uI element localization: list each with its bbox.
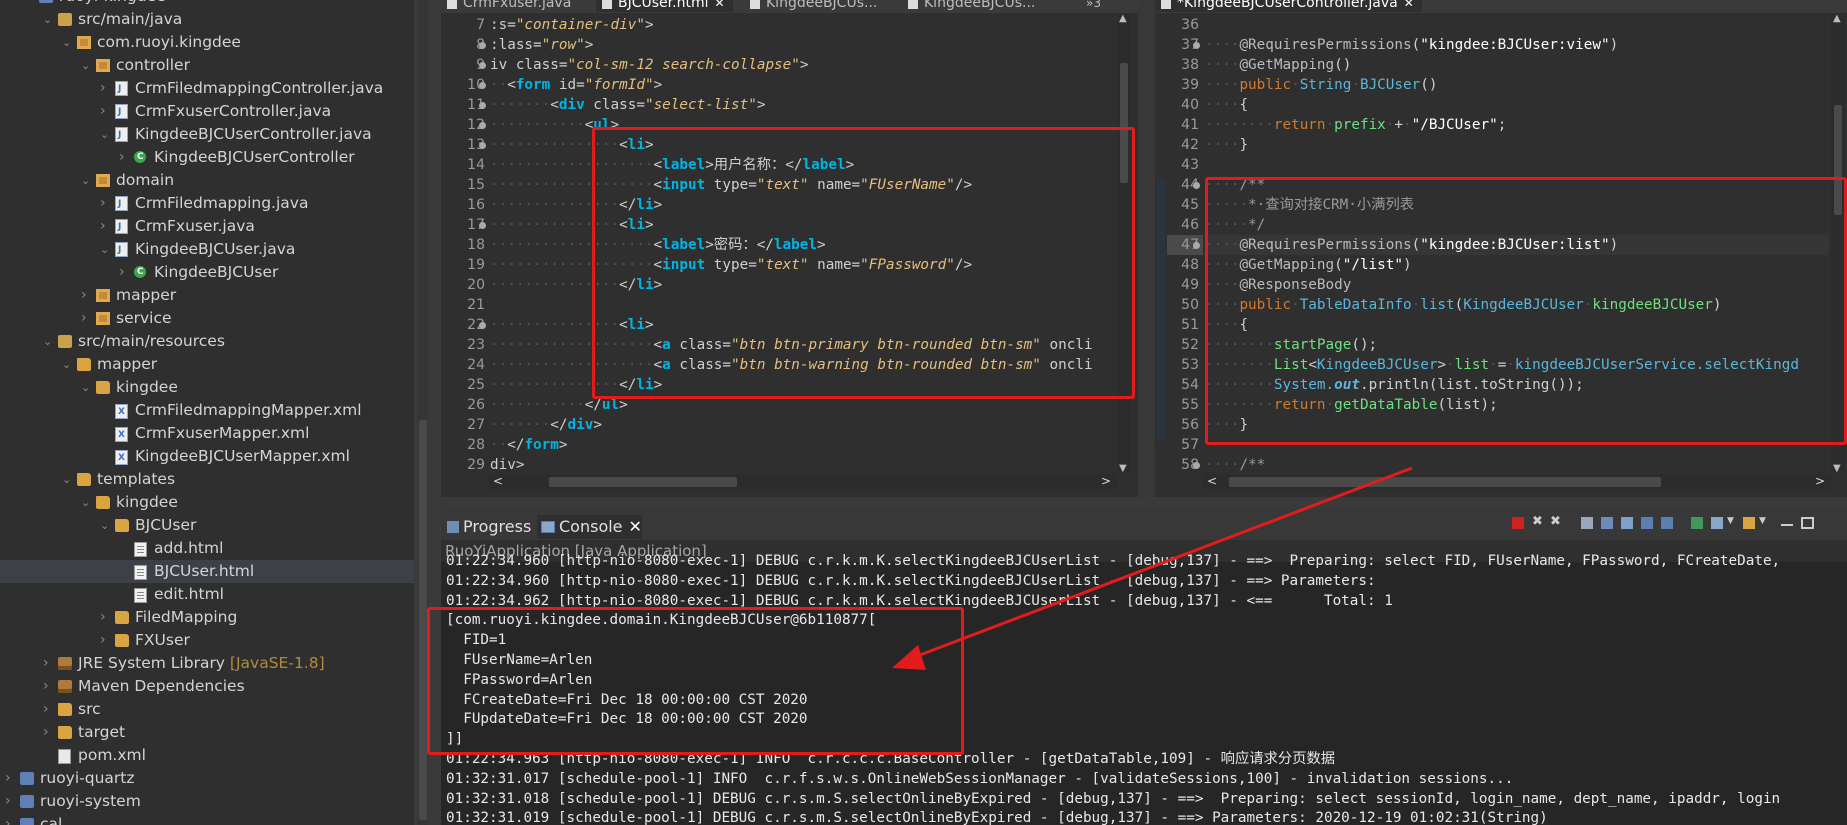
annotation-arrow [892, 466, 1413, 670]
